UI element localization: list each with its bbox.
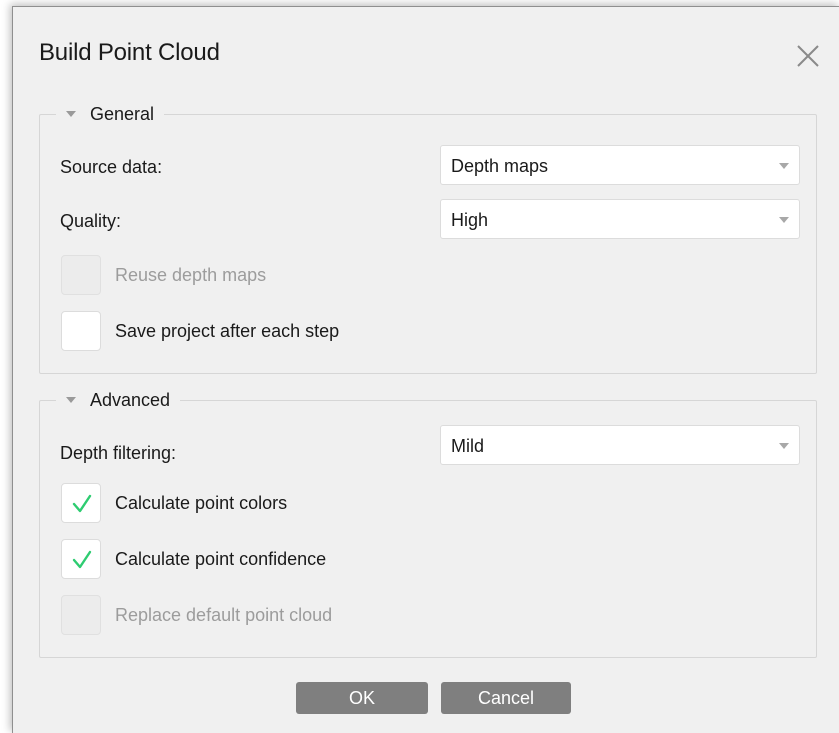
checkmark-icon [72,494,92,513]
calc-point-confidence-checkbox[interactable] [61,539,101,579]
ok-button[interactable]: OK [296,682,428,714]
general-group-header[interactable]: General [56,99,165,129]
replace-default-checkbox[interactable] [61,595,101,635]
depth-filtering-select[interactable]: Mild [440,425,800,465]
save-project-row[interactable]: Save project after each step [61,311,339,351]
chevron-down-icon [779,217,789,223]
depth-filtering-value: Mild [451,436,485,456]
cancel-button[interactable]: Cancel [441,682,571,714]
source-data-label: Source data: [60,157,163,177]
checkmark-icon [72,550,92,569]
close-icon[interactable] [792,40,824,72]
collapse-triangle-icon [66,397,76,403]
chevron-down-icon [779,443,789,449]
quality-select[interactable]: High [440,199,800,239]
calc-point-confidence-label: Calculate point confidence [115,548,327,569]
save-project-checkbox[interactable] [61,311,101,351]
quality-label: Quality: [60,211,122,231]
quality-value: High [451,210,489,230]
reuse-depth-maps-checkbox[interactable] [61,255,101,295]
advanced-group-header[interactable]: Advanced [56,385,181,415]
calc-point-colors-row[interactable]: Calculate point colors [61,483,287,523]
build-point-cloud-dialog: Build Point Cloud General Source data: D… [12,6,839,733]
general-group: General Source data: Depth maps Quality:… [39,99,817,374]
calc-point-colors-label: Calculate point colors [115,492,288,513]
source-data-select[interactable]: Depth maps [440,145,800,185]
reuse-depth-maps-row[interactable]: Reuse depth maps [61,255,266,295]
depth-filtering-label: Depth filtering: [60,443,177,463]
general-group-label: General [90,103,155,124]
replace-default-row[interactable]: Replace default point cloud [61,595,332,635]
replace-default-label: Replace default point cloud [115,604,333,625]
chevron-down-icon [779,163,789,169]
save-project-label: Save project after each step [115,320,340,341]
calc-point-confidence-row[interactable]: Calculate point confidence [61,539,326,579]
advanced-group-label: Advanced [90,389,171,410]
source-data-value: Depth maps [451,156,549,176]
advanced-group: Advanced Depth filtering: Mild Calculate… [39,385,817,658]
dialog-title: Build Point Cloud [39,39,220,66]
collapse-triangle-icon [66,111,76,117]
calc-point-colors-checkbox[interactable] [61,483,101,523]
reuse-depth-maps-label: Reuse depth maps [115,264,267,285]
